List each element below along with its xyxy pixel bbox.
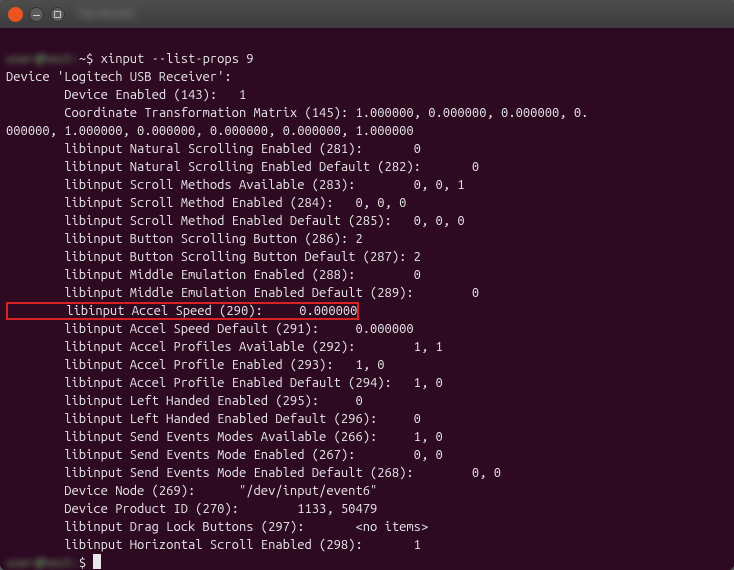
output-line: 000000, 1.000000, 0.000000, 0.000000, 0.… [6,124,414,138]
output-line: libinput Horizontal Scroll Enabled (298)… [6,538,421,552]
command-text: xinput --list-props 9 [101,52,254,66]
output-line: libinput Button Scrolling Button (286): … [6,232,363,246]
output-line: libinput Button Scrolling Button Default… [6,250,421,264]
cursor [93,554,101,569]
close-icon[interactable] [8,7,23,22]
highlighted-line: libinput Accel Speed (290): 0.000000 [6,302,359,320]
output-line: libinput Natural Scrolling Enabled Defau… [6,160,479,174]
output-line: Device Product ID (270): 1133, 50479 [6,502,377,516]
output-line: libinput Drag Lock Buttons (297): <no it… [6,520,428,534]
prompt-user-host: user@host: [6,556,79,570]
output-line: libinput Accel Profiles Available (292):… [6,340,443,354]
terminal-window: Terminal user@host:~$ xinput --list-prop… [0,0,734,570]
output-line: libinput Scroll Method Enabled Default (… [6,214,465,228]
output-line: libinput Send Events Modes Available (26… [6,430,443,444]
prompt-user-host: user@host: [6,52,79,66]
titlebar[interactable]: Terminal [0,0,734,28]
prompt-path: ~$ [79,52,101,66]
output-line: libinput Left Handed Enabled (295): 0 [6,394,363,408]
output-line: Device Enabled (143): 1 [6,88,246,102]
output-line: libinput Middle Emulation Enabled (288):… [6,268,421,282]
output-line: libinput Natural Scrolling Enabled (281)… [6,142,421,156]
output-line: libinput Accel Speed Default (291): 0.00… [6,322,414,336]
output-line: libinput Left Handed Enabled Default (29… [6,412,421,426]
output-line: libinput Scroll Method Enabled (284): 0,… [6,196,406,210]
output-line: libinput Send Events Mode Enabled Defaul… [6,466,501,480]
terminal-output[interactable]: user@host:~$ xinput --list-props 9 Devic… [0,28,734,570]
output-line: Device Node (269): "/dev/input/event6" [6,484,377,498]
output-line: libinput Scroll Methods Available (283):… [6,178,465,192]
window-title: Terminal [77,7,135,21]
output-line: libinput Accel Profile Enabled Default (… [6,376,443,390]
output-line: libinput Middle Emulation Enabled Defaul… [6,286,479,300]
output-line: Coordinate Transformation Matrix (145): … [6,106,588,120]
device-header: Device 'Logitech USB Receiver': [6,70,232,84]
output-line: libinput Send Events Mode Enabled (267):… [6,448,443,462]
output-line: libinput Accel Profile Enabled (293): 1,… [6,358,385,372]
minimize-icon[interactable] [29,7,44,22]
maximize-icon[interactable] [50,7,65,22]
prompt-path: $ [79,556,94,570]
